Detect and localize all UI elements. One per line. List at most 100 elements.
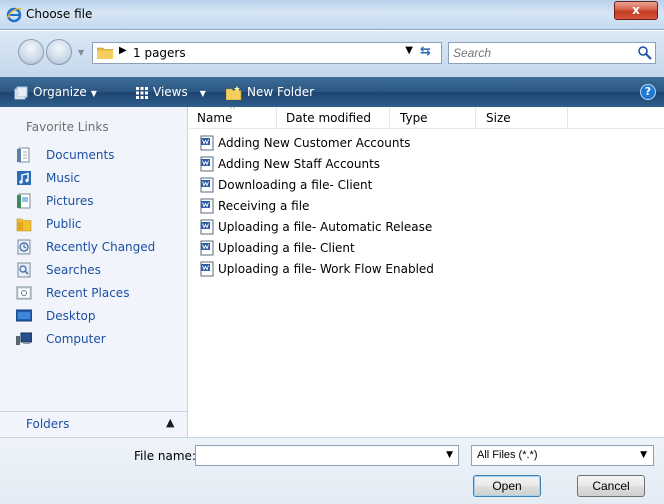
navigation-pane: Favorite Links Documents Music Pictures … <box>0 107 188 437</box>
word-document-icon <box>200 240 214 255</box>
column-header-type[interactable]: Type <box>400 111 428 125</box>
file-type-select[interactable]: All Files (*.*) ▼ <box>471 445 654 466</box>
organize-menu[interactable]: Organize ▼ <box>14 77 97 107</box>
word-document-icon <box>200 261 214 276</box>
column-header-size[interactable]: Size <box>486 111 511 125</box>
public-folder-icon <box>16 218 32 231</box>
help-icon[interactable]: ? <box>640 84 656 100</box>
sidebar-item-computer[interactable]: Computer <box>16 327 155 350</box>
views-label: Views <box>153 85 188 99</box>
file-row[interactable]: Adding New Customer Accounts <box>199 132 434 153</box>
file-name: Adding New Customer Accounts <box>218 135 411 150</box>
views-dropdown-icon: ▼ <box>199 89 206 98</box>
column-header-date-modified[interactable]: Date modified <box>286 111 371 125</box>
recently-changed-icon <box>17 239 31 254</box>
sidebar-item-music[interactable]: Music <box>16 166 155 189</box>
file-row[interactable]: Uploading a file- Work Flow Enabled <box>199 258 434 279</box>
search-input[interactable] <box>453 45 633 61</box>
sidebar-item-label: Recently Changed <box>46 239 156 254</box>
new-folder-icon <box>226 85 242 100</box>
column-divider[interactable] <box>276 108 277 128</box>
file-name-dropdown-icon[interactable]: ▼ <box>446 450 453 460</box>
recent-places-icon <box>16 286 32 299</box>
file-name: Downloading a file- Client <box>218 177 373 192</box>
address-dropdown-icon[interactable]: ▼ <box>405 45 413 56</box>
file-name-combobox[interactable]: ▼ <box>195 445 459 466</box>
views-icon <box>136 86 148 99</box>
recent-pages-dropdown-icon[interactable]: ▼ <box>78 48 84 57</box>
file-name: Adding New Staff Accounts <box>218 156 381 171</box>
sidebar-item-label: Recent Places <box>46 285 130 300</box>
internet-explorer-icon <box>6 7 22 23</box>
new-folder-label: New Folder <box>247 85 315 99</box>
folders-label: Folders <box>26 417 70 431</box>
word-document-icon <box>200 135 214 150</box>
desktop-icon <box>16 309 32 321</box>
file-name: Uploading a file- Work Flow Enabled <box>218 261 434 276</box>
sidebar-item-documents[interactable]: Documents <box>16 143 155 166</box>
file-row[interactable]: Adding New Staff Accounts <box>199 153 434 174</box>
breadcrumb-arrow-icon[interactable]: ▶ <box>119 45 127 56</box>
sidebar-item-desktop[interactable]: Desktop <box>16 304 155 327</box>
chevron-up-icon: ▲ <box>166 416 175 429</box>
file-name-label: File name: <box>134 449 196 463</box>
column-divider[interactable] <box>389 108 390 128</box>
new-folder-button[interactable]: New Folder <box>226 77 314 107</box>
sidebar-item-recently-changed[interactable]: Recently Changed <box>16 235 155 258</box>
sort-ascending-icon: ^ <box>229 105 236 114</box>
sidebar-item-label: Searches <box>46 262 101 277</box>
sidebar-item-public[interactable]: Public <box>16 212 155 235</box>
views-menu[interactable]: Views ▼ <box>136 77 206 107</box>
title-bar: Choose file x <box>0 0 664 30</box>
sidebar-item-pictures[interactable]: Pictures <box>16 189 155 212</box>
file-name: Uploading a file- Automatic Release <box>218 219 433 234</box>
forward-button[interactable] <box>46 39 72 65</box>
file-row[interactable]: Uploading a file- Automatic Release <box>199 216 434 237</box>
breadcrumb-folder[interactable]: 1 pagers <box>133 46 186 60</box>
column-divider[interactable] <box>475 108 476 128</box>
address-bar[interactable]: ▶ 1 pagers ▼ <box>92 42 442 64</box>
sidebar-item-searches[interactable]: Searches <box>16 258 155 281</box>
folders-toggle[interactable]: Folders ▲ <box>0 411 187 437</box>
word-document-icon <box>200 156 214 171</box>
file-list: Adding New Customer Accounts Adding New … <box>199 132 434 279</box>
sidebar-item-label: Computer <box>46 331 106 346</box>
window-title: Choose file <box>26 7 93 21</box>
command-toolbar: Organize ▼ Views ▼ New Folder ? <box>0 77 664 107</box>
file-name-input[interactable] <box>199 448 435 463</box>
cancel-button[interactable]: Cancel <box>577 475 645 497</box>
sidebar-item-label: Desktop <box>46 308 96 323</box>
search-box[interactable] <box>448 42 656 64</box>
open-button[interactable]: Open <box>473 475 541 497</box>
search-icon[interactable] <box>637 45 653 61</box>
sidebar-item-label: Music <box>46 170 81 185</box>
column-headers: Name ^ Date modified Type Size <box>189 105 664 129</box>
dialog-footer: File name: ▼ All Files (*.*) ▼ Open Canc… <box>0 437 664 504</box>
file-list-pane: Name ^ Date modified Type Size Adding Ne… <box>189 105 664 437</box>
column-header-name[interactable]: Name <box>197 111 232 125</box>
word-document-icon <box>200 198 214 213</box>
searches-icon <box>17 262 31 277</box>
word-document-icon <box>200 219 214 234</box>
organize-label: Organize <box>33 85 87 99</box>
file-type-value: All Files (*.*) <box>477 449 538 461</box>
sidebar-item-recent-places[interactable]: Recent Places <box>16 281 155 304</box>
file-row[interactable]: Receiving a file <box>199 195 434 216</box>
file-row[interactable]: Uploading a file- Client <box>199 237 434 258</box>
refresh-icon[interactable]: ⇆ <box>420 44 431 59</box>
pictures-icon <box>17 193 31 208</box>
word-document-icon <box>200 177 214 192</box>
organize-icon <box>14 86 28 99</box>
file-name: Uploading a file- Client <box>218 240 355 255</box>
folder-icon <box>97 47 113 59</box>
column-divider[interactable] <box>567 108 568 128</box>
computer-icon <box>16 332 32 345</box>
favorite-links-list: Documents Music Pictures Public Recently… <box>16 143 155 350</box>
file-name: Receiving a file <box>218 198 310 213</box>
file-row[interactable]: Downloading a file- Client <box>199 174 434 195</box>
file-type-dropdown-icon[interactable]: ▼ <box>640 450 647 460</box>
close-button[interactable]: x <box>614 1 658 20</box>
organize-dropdown-icon: ▼ <box>90 89 97 98</box>
back-button[interactable] <box>18 39 44 65</box>
address-row: ▼ ▶ 1 pagers ▼ ⇆ <box>0 31 664 77</box>
